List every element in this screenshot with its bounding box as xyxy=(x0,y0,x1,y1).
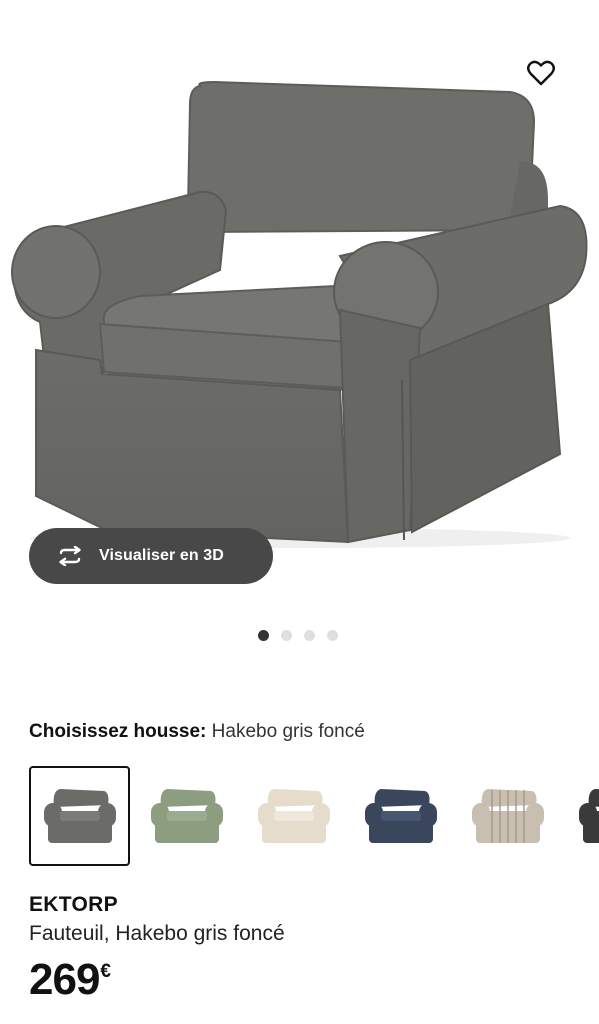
view-in-3d-label: Visualiser en 3D xyxy=(99,547,224,564)
price-amount: 269 xyxy=(29,955,100,1004)
swatch-option[interactable] xyxy=(564,766,599,866)
cover-value: Hakebo gris foncé xyxy=(211,721,365,742)
rotate-3d-icon xyxy=(55,545,87,567)
cover-selector-label: Choisissez housse: Hakebo gris foncé xyxy=(29,721,365,743)
product-brand: EKTORP xyxy=(29,893,118,916)
product-image xyxy=(11,80,588,548)
armchair-thumbnail xyxy=(150,789,223,843)
armchair-thumbnail xyxy=(471,789,544,843)
armchair-thumbnail xyxy=(43,789,116,843)
swatch-option[interactable] xyxy=(29,766,130,866)
swatch-option[interactable] xyxy=(243,766,344,866)
pagination-dot[interactable] xyxy=(258,630,269,641)
pagination-dot[interactable] xyxy=(281,630,292,641)
swatch-option[interactable] xyxy=(136,766,237,866)
product-image-gallery[interactable]: Visualiser en 3D xyxy=(0,0,599,641)
price-currency: € xyxy=(100,961,111,982)
product-description: Fauteuil, Hakebo gris foncé xyxy=(29,922,285,945)
pagination-dot[interactable] xyxy=(304,630,315,641)
cover-label: Choisissez housse: xyxy=(29,721,207,742)
armchair-thumbnail xyxy=(578,789,599,843)
swatch-option[interactable] xyxy=(457,766,558,866)
view-in-3d-button[interactable]: Visualiser en 3D xyxy=(29,528,273,584)
armchair-thumbnail xyxy=(257,789,330,843)
swatch-option[interactable] xyxy=(350,766,451,866)
product-price: 269 € xyxy=(29,958,111,1002)
pagination-dot[interactable] xyxy=(327,630,338,641)
favorite-button[interactable] xyxy=(522,56,560,90)
heart-icon xyxy=(527,60,555,86)
cover-swatches xyxy=(29,766,599,866)
gallery-pagination xyxy=(258,630,338,641)
armchair-thumbnail xyxy=(364,789,437,843)
